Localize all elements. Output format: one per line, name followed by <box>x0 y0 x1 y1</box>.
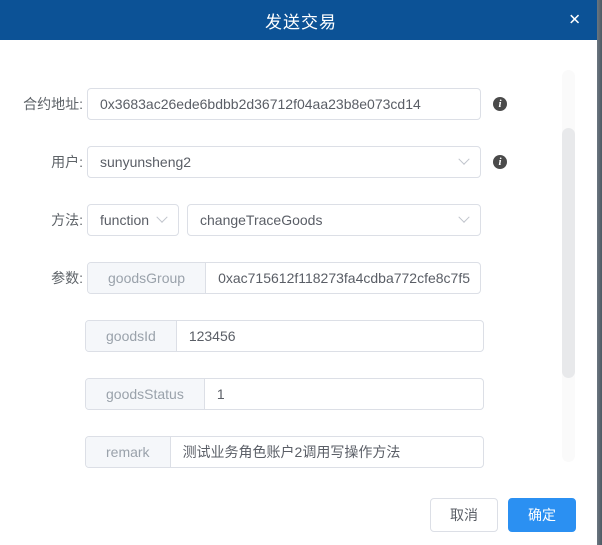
user-select-value: sunyunsheng2 <box>100 154 192 170</box>
param-goodsgroup-name: goodsGroup <box>88 263 207 293</box>
contract-address-info-icon[interactable]: i <box>493 97 507 111</box>
dialog-header: 发送交易 ✕ <box>0 0 602 40</box>
dialog-body: 合约地址: 0x3683ac26ede6bdbb2d36712f04aa23b8… <box>0 40 602 468</box>
contract-address-label: 合约地址: <box>23 96 83 112</box>
method-name-select[interactable]: changeTraceGoods <box>187 204 481 236</box>
param-goodsid-row: goodsId 123456 <box>85 320 602 352</box>
user-info-icon[interactable]: i <box>493 155 507 169</box>
method-name-value: changeTraceGoods <box>200 212 323 228</box>
param-remark-row: remark 测试业务角色账户2调用写操作方法 <box>85 436 602 468</box>
cancel-button[interactable]: 取消 <box>430 498 498 532</box>
param-goodsstatus-value: 1 <box>216 386 225 402</box>
method-label: 方法: <box>51 212 83 228</box>
params-label: 参数: <box>51 270 83 286</box>
param-remark-input[interactable]: remark 测试业务角色账户2调用写操作方法 <box>85 436 484 468</box>
param-remark-name: remark <box>86 437 171 467</box>
param-goodsid-value: 123456 <box>188 328 236 344</box>
scrollbar-thumb[interactable] <box>562 128 575 378</box>
param-remark-value: 测试业务角色账户2调用写操作方法 <box>182 444 401 460</box>
method-type-select[interactable]: function <box>87 204 179 236</box>
method-type-value: function <box>100 212 150 228</box>
param-goodsstatus-row: goodsStatus 1 <box>85 378 602 410</box>
param-goodsstatus-name: goodsStatus <box>86 379 205 409</box>
method-row: 方法: function changeTraceGoods <box>0 204 602 236</box>
param-goodsid-input[interactable]: goodsId 123456 <box>85 320 484 352</box>
scrollbar-track <box>562 70 575 462</box>
window-edge <box>597 0 602 545</box>
dialog-title: 发送交易 <box>265 12 337 32</box>
param-goodsstatus-input[interactable]: goodsStatus 1 <box>85 378 484 410</box>
param-goodsid-name: goodsId <box>86 321 177 351</box>
contract-address-value: 0x3683ac26ede6bdbb2d36712f04aa23b8e073cd… <box>100 96 421 112</box>
user-row: 用户: sunyunsheng2 i <box>0 146 602 178</box>
contract-address-input[interactable]: 0x3683ac26ede6bdbb2d36712f04aa23b8e073cd… <box>87 88 481 120</box>
close-icon[interactable]: ✕ <box>568 13 581 28</box>
confirm-button[interactable]: 确定 <box>508 498 576 532</box>
param-goodsgroup-row: 参数: goodsGroup 0xac715612f118273fa4cdba7… <box>0 262 602 294</box>
send-transaction-dialog: 发送交易 ✕ 合约地址: 0x3683ac26ede6bdbb2d36712f0… <box>0 0 602 545</box>
user-label: 用户: <box>51 154 83 170</box>
dialog-footer: 取消 确定 <box>430 498 576 532</box>
chevron-down-icon <box>156 211 168 223</box>
user-select[interactable]: sunyunsheng2 <box>87 146 481 178</box>
chevron-down-icon <box>458 153 470 165</box>
param-goodsgroup-value: 0xac715612f118273fa4cdba772cfe8c7f5 <box>218 270 471 286</box>
param-goodsgroup-input[interactable]: goodsGroup 0xac715612f118273fa4cdba772cf… <box>87 262 481 294</box>
chevron-down-icon <box>458 211 470 223</box>
contract-address-row: 合约地址: 0x3683ac26ede6bdbb2d36712f04aa23b8… <box>0 88 602 120</box>
